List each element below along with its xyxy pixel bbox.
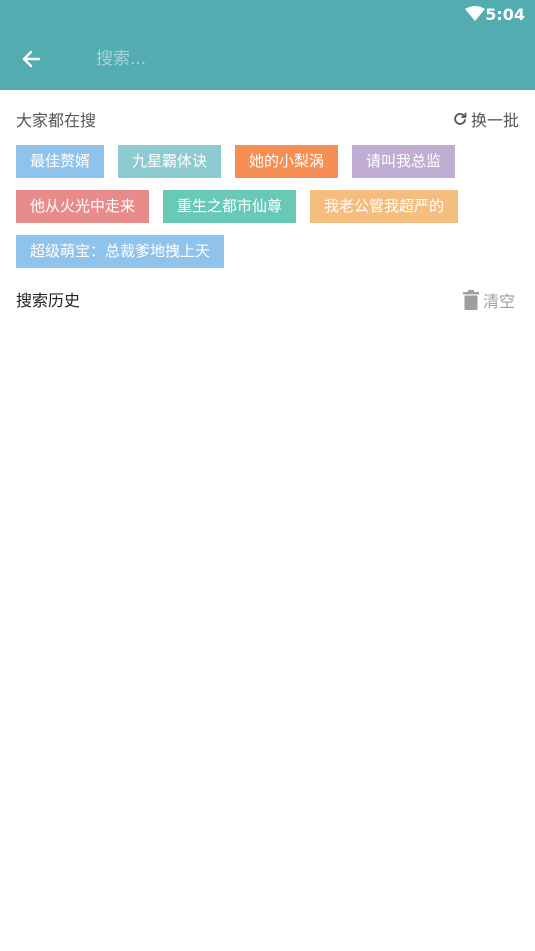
hot-search-tag[interactable]: 超级萌宝：总裁爹地拽上天 bbox=[16, 235, 225, 268]
hot-search-tag[interactable]: 九星霸体诀 bbox=[118, 145, 222, 178]
back-button[interactable] bbox=[14, 42, 48, 76]
clear-history-button[interactable]: 清空 bbox=[462, 288, 515, 312]
search-input[interactable] bbox=[96, 42, 496, 76]
hot-search-tag[interactable]: 重生之都市仙尊 bbox=[163, 190, 297, 223]
history-title: 搜索历史 bbox=[16, 291, 81, 310]
refresh-button[interactable]: 换一批 bbox=[453, 107, 519, 131]
refresh-label: 换一批 bbox=[470, 111, 519, 130]
history-header: 搜索历史 清空 bbox=[16, 287, 519, 311]
hot-search-tag[interactable]: 他从火光中走来 bbox=[16, 190, 150, 223]
hot-search-tag[interactable]: 我老公管我超严的 bbox=[310, 190, 459, 223]
hot-search-tag[interactable]: 最佳赘婿 bbox=[16, 145, 105, 178]
hot-searches-title: 大家都在搜 bbox=[16, 111, 97, 130]
app-header: 5:04 bbox=[0, 0, 535, 90]
hot-search-tag[interactable]: 请叫我总监 bbox=[352, 145, 456, 178]
hot-search-tag[interactable]: 她的小梨涡 bbox=[235, 145, 339, 178]
refresh-icon bbox=[454, 112, 467, 125]
status-bar: 5:04 bbox=[0, 0, 535, 28]
hot-searches-header: 大家都在搜 换一批 bbox=[16, 107, 519, 131]
status-time: 5:04 bbox=[485, 5, 525, 24]
wifi-icon bbox=[465, 6, 485, 21]
clear-label: 清空 bbox=[482, 292, 515, 311]
trash-icon bbox=[462, 290, 479, 310]
arrow-left-icon bbox=[22, 50, 41, 68]
hot-search-tags: 最佳赘婿 九星霸体诀 她的小梨涡 请叫我总监他从火光中走来 重生之都市仙尊 我老公管我超严… bbox=[16, 145, 521, 268]
